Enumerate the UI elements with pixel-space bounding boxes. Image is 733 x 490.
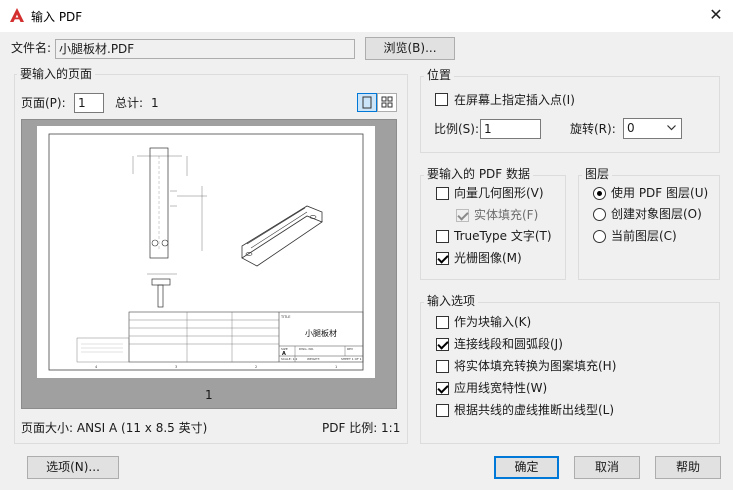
title-bar	[0, 0, 733, 32]
use-pdf-layers-radio[interactable]	[593, 187, 606, 200]
rotation-label: 旋转(R):	[570, 122, 616, 136]
pdf-page-thumbnail[interactable]: TITLE 小腿板材 SIZE A DWG. NO. REV SCALE: 1:…	[37, 126, 375, 378]
position-group-title: 位置	[424, 67, 455, 83]
help-button[interactable]: 帮助	[655, 456, 721, 479]
browse-button[interactable]: 浏览(B)...	[365, 37, 455, 60]
specify-on-screen-checkbox[interactable]	[435, 93, 448, 106]
file-name-label: 文件名:	[11, 41, 52, 55]
page-label: 页面(P):	[21, 96, 66, 110]
autocad-app-icon	[10, 8, 24, 22]
single-page-icon	[362, 96, 372, 109]
weight-text: WEIGHT:	[307, 357, 320, 361]
border-number-4: 4	[95, 365, 98, 369]
infer-linetypes-checkbox[interactable]	[436, 404, 449, 417]
import-options-group-title: 输入选项	[424, 293, 479, 309]
technical-drawing: TITLE 小腿板材 SIZE A DWG. NO. REV SCALE: 1:…	[48, 133, 364, 371]
use-pdf-layers-label[interactable]: 使用 PDF 图层(U)	[611, 185, 708, 201]
cancel-button[interactable]: 取消	[574, 456, 640, 479]
vector-geometry-label[interactable]: 向量几何图形(V)	[454, 185, 544, 201]
layers-group-title: 图层	[582, 166, 613, 182]
apply-lineweight-label[interactable]: 应用线宽特性(W)	[454, 380, 547, 396]
window-title: 输入 PDF	[31, 10, 83, 24]
page-size-text: 页面大小: ANSI A (11 x 8.5 英寸)	[21, 421, 208, 435]
truetype-text-label[interactable]: TrueType 文字(T)	[454, 228, 552, 244]
apply-lineweight-checkbox[interactable]	[436, 382, 449, 395]
grid-view-icon	[381, 96, 393, 108]
specify-on-screen-label[interactable]: 在屏幕上指定插入点(I)	[454, 92, 575, 108]
rotation-value: 0	[627, 121, 635, 135]
current-layer-label[interactable]: 当前图层(C)	[611, 228, 677, 244]
truetype-text-checkbox[interactable]	[436, 230, 449, 243]
vector-geometry-checkbox[interactable]	[436, 187, 449, 200]
join-segments-label[interactable]: 连接线段和圆弧段(J)	[454, 336, 563, 352]
import-as-block-checkbox[interactable]	[436, 316, 449, 329]
border-number-1: 1	[335, 365, 337, 369]
scale-label: 比例(S):	[434, 122, 480, 136]
dwg-no-label-text: DWG. NO.	[299, 347, 314, 351]
title-label-text: TITLE	[280, 315, 290, 319]
total-label: 总计:	[115, 96, 144, 110]
grid-view-button[interactable]	[377, 93, 397, 112]
raster-images-label[interactable]: 光栅图像(M)	[454, 250, 522, 266]
import-as-block-label[interactable]: 作为块输入(K)	[454, 314, 531, 330]
raster-images-checkbox[interactable]	[436, 252, 449, 265]
border-number-2: 2	[255, 365, 257, 369]
total-value: 1	[151, 96, 159, 110]
scale-text: SCALE: 1:2	[281, 357, 298, 361]
current-layer-radio[interactable]	[593, 230, 606, 243]
pdf-scale-text: PDF 比例: 1:1	[322, 421, 401, 435]
rev-label-text: REV	[347, 347, 354, 351]
create-object-layers-label[interactable]: 创建对象图层(O)	[611, 206, 702, 222]
convert-fills-checkbox[interactable]	[436, 360, 449, 373]
solid-fill-checkbox[interactable]	[456, 209, 469, 222]
file-name-field: 小腿板材.PDF	[55, 39, 355, 59]
rotation-select[interactable]: 0	[623, 118, 682, 139]
title-block-name: 小腿板材	[305, 328, 337, 338]
preview-page-number: 1	[205, 388, 213, 402]
options-button[interactable]: 选项(N)...	[27, 456, 119, 479]
ok-button[interactable]: 确定	[494, 456, 559, 479]
solid-fill-label[interactable]: 实体填充(F)	[474, 207, 538, 223]
sheet-text: SHEET 1 OF 1	[341, 357, 362, 361]
chevron-down-icon	[667, 125, 676, 131]
page-input[interactable]: 1	[74, 93, 104, 113]
pdf-data-group-title: 要输入的 PDF 数据	[424, 166, 534, 182]
scale-input[interactable]: 1	[480, 119, 541, 139]
position-group	[420, 76, 720, 153]
border-number-3: 3	[175, 365, 177, 369]
join-segments-checkbox[interactable]	[436, 338, 449, 351]
pages-group-title: 要输入的页面	[17, 66, 96, 82]
create-object-layers-radio[interactable]	[593, 208, 606, 221]
infer-linetypes-label[interactable]: 根据共线的虚线推断出线型(L)	[454, 402, 614, 418]
close-icon[interactable]: ✕	[706, 5, 726, 25]
single-page-view-button[interactable]	[357, 93, 377, 112]
convert-fills-label[interactable]: 将实体填充转换为图案填充(H)	[454, 358, 616, 374]
